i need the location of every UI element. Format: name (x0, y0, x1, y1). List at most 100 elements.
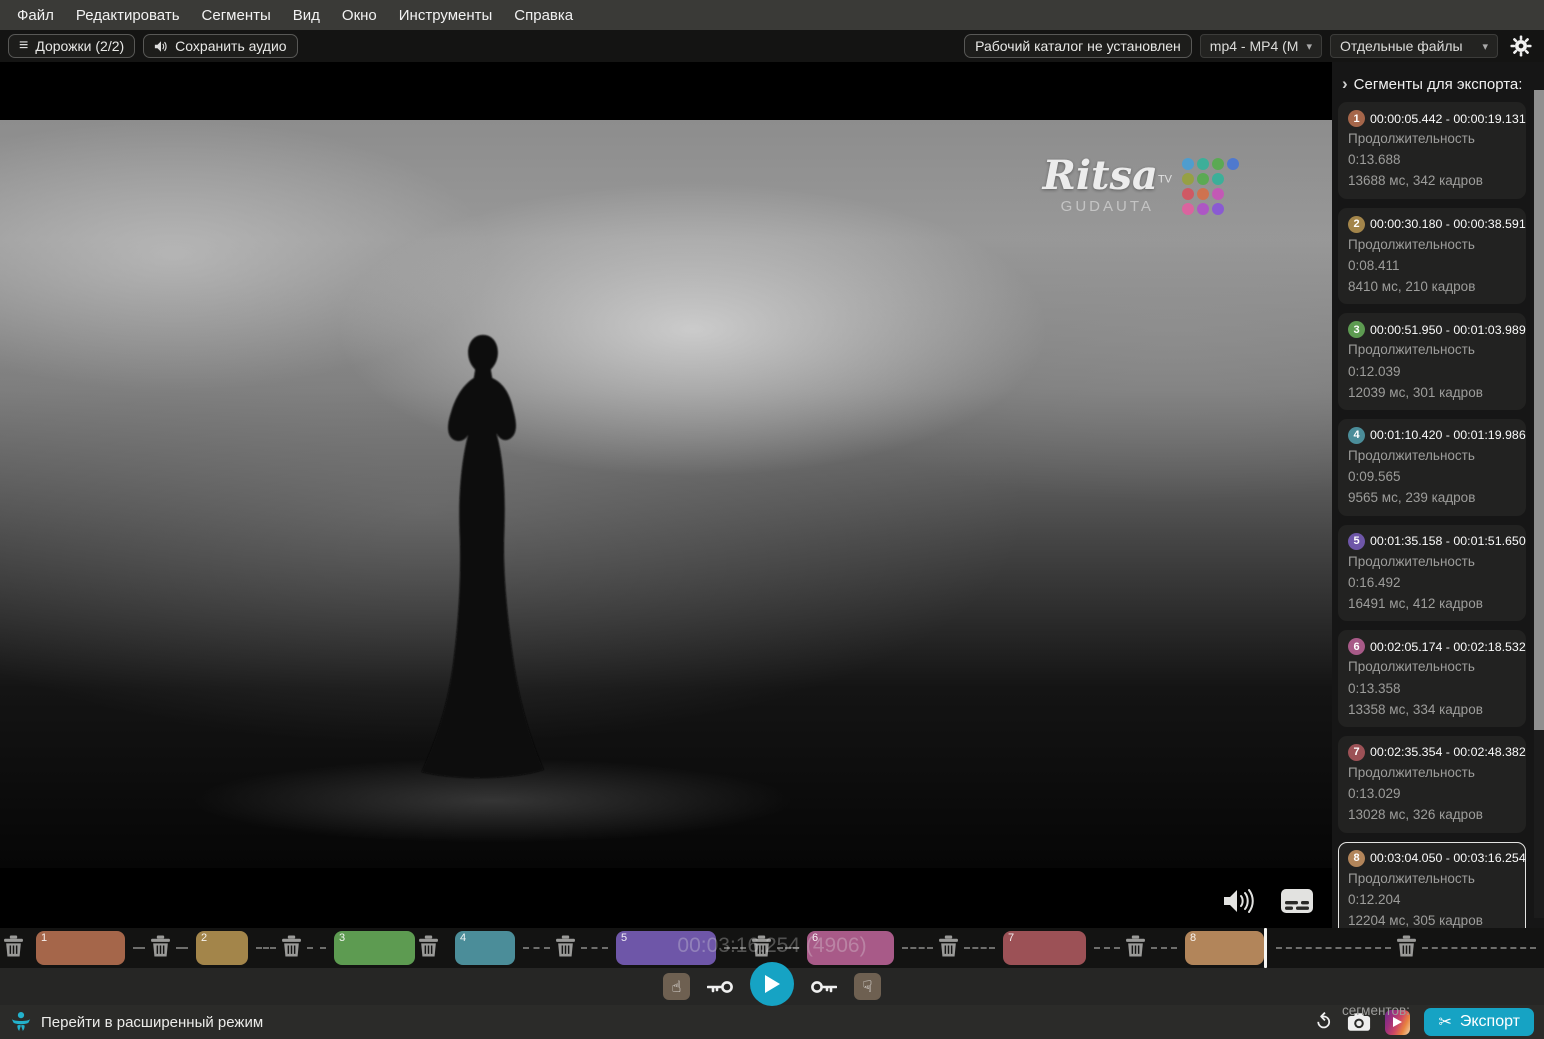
segment-card-8[interactable]: 800:03:04.050 - 00:03:16.254Продолжитель… (1338, 842, 1526, 939)
segment-duration-value: 0:13.688 (1348, 151, 1516, 169)
trash-icon[interactable] (1396, 935, 1417, 957)
chevron-down-icon: ▾ (1306, 40, 1312, 53)
segments-sidebar: › Сегменты для экспорта: 100:00:05.442 -… (1332, 62, 1544, 928)
segment-duration-label: Продолжительность (1348, 130, 1516, 148)
trash-icon[interactable] (555, 935, 576, 957)
watermark-tm: TV (1158, 174, 1172, 186)
timeline-segment-8[interactable]: 8 (1185, 931, 1264, 965)
subtitles-icon[interactable] (1280, 888, 1314, 914)
segment-number-badge: 8 (1348, 850, 1365, 867)
logo-dot (1197, 203, 1209, 215)
segment-card-5[interactable]: 500:01:35.158 - 00:01:51.650Продолжитель… (1338, 525, 1526, 622)
timeline-segment-7[interactable]: 7 (1003, 931, 1086, 965)
timeline-segment-number: 8 (1190, 932, 1196, 944)
seek-prev-keyframe-icon[interactable] (707, 979, 733, 995)
person-icon (10, 1011, 32, 1033)
menu-item-3[interactable]: Сегменты (191, 3, 282, 28)
volume-icon[interactable] (1222, 888, 1254, 914)
segment-card-6[interactable]: 600:02:05.174 - 00:02:18.532Продолжитель… (1338, 630, 1526, 727)
advanced-mode-label: Перейти в расширенный режим (41, 1014, 263, 1031)
segment-card-1[interactable]: 100:00:05.442 - 00:00:19.131Продолжитель… (1338, 102, 1526, 199)
segment-time-range: 00:03:04.050 - 00:03:16.254 (1370, 851, 1526, 865)
working-dir-button[interactable]: Рабочий каталог не установлен (964, 34, 1192, 58)
segment-details: 12039 мс, 301 кадров (1348, 384, 1516, 402)
segment-number-badge: 4 (1348, 427, 1365, 444)
menu-item-2[interactable]: Редактировать (65, 3, 191, 28)
timeline-segment-number: 5 (621, 932, 627, 944)
segment-details: 16491 мс, 412 кадров (1348, 595, 1516, 613)
segment-time-range: 00:01:35.158 - 00:01:51.650 (1370, 534, 1526, 548)
logo-dot (1197, 158, 1209, 170)
timeline-gap (1089, 931, 1182, 965)
working-dir-label: Рабочий каталог не установлен (975, 38, 1181, 54)
segment-card-2[interactable]: 200:00:30.180 - 00:00:38.591Продолжитель… (1338, 208, 1526, 305)
collapse-sidebar-icon[interactable]: › (1342, 74, 1348, 94)
segment-duration-value: 0:13.029 (1348, 785, 1516, 803)
video-player[interactable]: RitsaTV GUDAUTA (0, 62, 1332, 928)
timeline-segment-6[interactable]: 6 (807, 931, 894, 965)
format-value: mp4 - MP4 (M (1210, 38, 1299, 54)
trash-icon[interactable] (281, 935, 302, 957)
seek-next-keyframe-icon[interactable] (811, 979, 837, 995)
segment-duration-value: 0:08.411 (1348, 257, 1516, 275)
set-cut-start-button[interactable]: ☝ (663, 973, 690, 1000)
segment-duration-value: 0:12.204 (1348, 891, 1516, 909)
save-audio-label: Сохранить аудио (175, 38, 286, 54)
speaker-icon (154, 40, 168, 53)
segment-details: 9565 мс, 239 кадров (1348, 489, 1516, 507)
playhead-cursor[interactable] (1264, 928, 1267, 968)
timeline-segment-3[interactable]: 3 (334, 931, 415, 965)
play-button[interactable] (750, 962, 794, 1006)
menu-item-5[interactable]: Окно (331, 3, 388, 28)
logo-dot (1212, 203, 1224, 215)
menu-item-4[interactable]: Вид (282, 3, 331, 28)
watermark-title: Ritsa (1043, 152, 1158, 199)
trash-icon[interactable] (418, 935, 439, 957)
timeline-segment-number: 7 (1008, 932, 1014, 944)
segment-card-4[interactable]: 4 00:01:10.420 - 00:01:19.986 Продолжитель… (1338, 419, 1526, 516)
segment-duration-label: Продолжительность (1348, 447, 1516, 465)
segment-card-7[interactable]: 700:02:35.354 - 00:02:48.382Продолжитель… (1338, 736, 1526, 833)
segment-number-badge: 7 (1348, 744, 1365, 761)
logo-dot (1197, 173, 1209, 185)
segment-card-3[interactable]: 300:00:51.950 - 00:01:03.989Продолжитель… (1338, 313, 1526, 410)
timeline-segment-5[interactable]: 5 (616, 931, 716, 965)
segment-duration-label: Продолжительность (1348, 341, 1516, 359)
save-audio-button[interactable]: Сохранить аудио (143, 34, 297, 58)
menu-item-7[interactable]: Справка (503, 3, 584, 28)
menu-item-6[interactable]: Инструменты (388, 3, 504, 28)
segment-details: 13028 мс, 326 кадров (1348, 806, 1516, 824)
segment-duration-label: Продолжительность (1348, 236, 1516, 254)
menu-item-1[interactable]: Файл (6, 3, 65, 28)
segment-time-range: 00:01:10.420 - 00:01:19.986 (1370, 428, 1526, 442)
trash-icon[interactable] (3, 935, 24, 957)
singer-silhouette (398, 232, 568, 874)
sidebar-scrollbar[interactable] (1534, 90, 1544, 918)
trash-icon[interactable] (938, 935, 959, 957)
trash-icon[interactable] (751, 935, 772, 957)
logo-dot (1182, 158, 1194, 170)
advanced-mode-toggle[interactable]: Перейти в расширенный режим (10, 1011, 263, 1033)
sidebar-title: Сегменты для экспорта: (1354, 76, 1523, 93)
segment-time-range: 00:00:05.442 - 00:00:19.131 (1370, 112, 1526, 126)
gear-icon[interactable] (1510, 35, 1532, 57)
trash-icon[interactable] (1125, 935, 1146, 957)
segment-duration-value: 0:09.565 (1348, 468, 1516, 486)
output-mode-select[interactable]: Отдельные файлы ▾ (1330, 34, 1498, 58)
timeline-gap (1271, 931, 1541, 965)
segment-duration-value: 0:12.039 (1348, 363, 1516, 381)
timeline-segment-1[interactable]: 1 (36, 931, 125, 965)
timeline-segment-2[interactable]: 2 (196, 931, 248, 965)
logo-dot (1212, 173, 1224, 185)
tracks-button[interactable]: ≡ Дорожки (2/2) (8, 34, 135, 58)
logo-dot (1182, 203, 1194, 215)
timeline-segment-4[interactable]: 4 (455, 931, 515, 965)
output-mode-value: Отдельные файлы (1340, 38, 1463, 54)
set-cut-end-button[interactable]: ☟ (854, 973, 881, 1000)
rotate-icon[interactable]: ↺ (1311, 1008, 1338, 1035)
timeline-gap (719, 931, 804, 965)
format-select[interactable]: mp4 - MP4 (M ▾ (1200, 34, 1322, 58)
segment-duration-label: Продолжительность (1348, 553, 1516, 571)
top-toolbar: ≡ Дорожки (2/2) Сохранить аудио Рабочий … (0, 30, 1544, 62)
trash-icon[interactable] (150, 935, 171, 957)
